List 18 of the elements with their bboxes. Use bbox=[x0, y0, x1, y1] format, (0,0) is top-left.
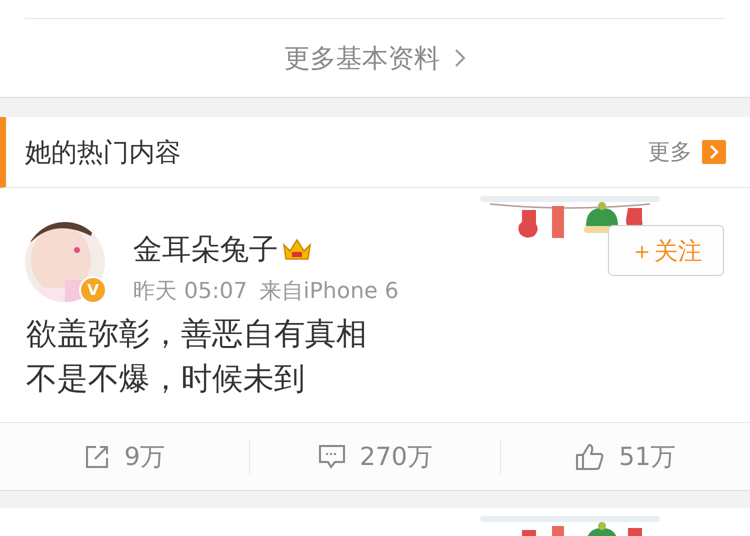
author-name[interactable]: 金耳朵兔子 bbox=[133, 230, 278, 270]
share-icon bbox=[84, 444, 110, 470]
post-text: 不是不爆，时候未到 bbox=[26, 360, 306, 399]
like-button[interactable]: 51万 bbox=[500, 423, 750, 490]
chevron-icon bbox=[702, 140, 726, 164]
post-text: 欲盖弥彰，善恶自有真相 bbox=[26, 315, 368, 354]
post-time: 昨天 05:07 bbox=[133, 278, 248, 306]
more-link[interactable]: 更多 bbox=[648, 137, 726, 167]
section-title: 她的热门内容 bbox=[25, 136, 181, 170]
comment-icon bbox=[318, 444, 346, 470]
post-source: 来自iPhone 6 bbox=[259, 278, 399, 306]
comment-button[interactable]: 270万 bbox=[250, 423, 500, 490]
thumbs-up-icon bbox=[574, 442, 605, 470]
chevron-icon bbox=[454, 48, 466, 68]
more-info-link[interactable]: 更多基本资料 bbox=[284, 40, 466, 76]
follow-button[interactable]: ＋关注 bbox=[608, 225, 724, 276]
verified-badge: V bbox=[79, 276, 107, 304]
repost-button[interactable]: 9万 bbox=[0, 423, 250, 490]
